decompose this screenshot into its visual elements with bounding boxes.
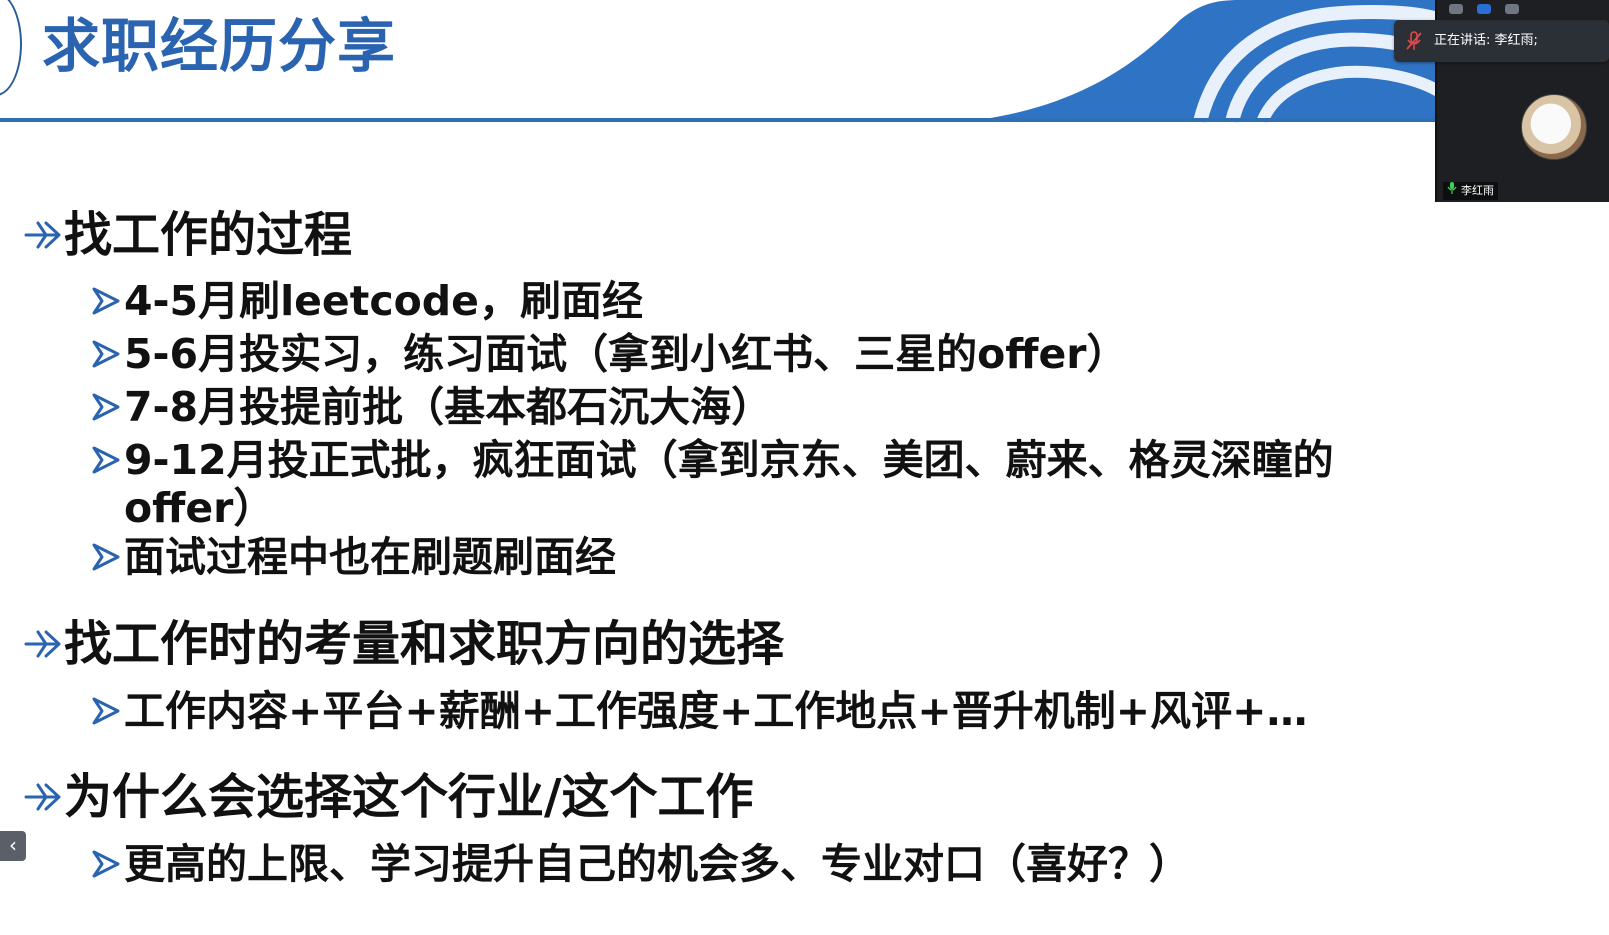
bullet-item: 工作内容+平台+薪酬+工作强度+工作地点+晋升机制+风评+… bbox=[92, 687, 1307, 735]
section-heading-text: 找工作的过程 bbox=[64, 207, 353, 263]
tile-dot bbox=[1449, 4, 1463, 14]
triangle-bullet-icon bbox=[92, 436, 124, 484]
bullet-text: 面试过程中也在刷题刷面经 bbox=[124, 533, 616, 581]
bullet-text: 更高的上限、学习提升自己的机会多、专业对口（喜好？） bbox=[124, 840, 1190, 888]
participant-name: 李红雨 bbox=[1461, 184, 1494, 197]
avatar bbox=[1521, 94, 1587, 160]
bullet-item: 9-12月投正式批，疯狂面试（拿到京东、美团、蔚来、格灵深瞳的offer） bbox=[92, 436, 1459, 532]
participant-name-tag: 李红雨 bbox=[1443, 182, 1498, 200]
speaking-indicator-bar[interactable]: 正在讲话: 李红雨; bbox=[1394, 20, 1609, 62]
bullet-text: 9-12月投正式批，疯狂面试（拿到京东、美团、蔚来、格灵深瞳的offer） bbox=[124, 436, 1334, 532]
bullet-item: 5-6月投实习，练习面试（拿到小红书、三星的offer） bbox=[92, 330, 1127, 378]
slide-title: 求职经历分享 bbox=[42, 12, 397, 80]
collapse-panel-button[interactable]: ‹ bbox=[0, 831, 26, 861]
bullet-item: 更高的上限、学习提升自己的机会多、专业对口（喜好？） bbox=[92, 840, 1190, 888]
plane-arrow-icon bbox=[24, 206, 64, 264]
speaking-now-text: 正在讲话: 李红雨; bbox=[1434, 33, 1538, 48]
tile-dot-active bbox=[1477, 4, 1491, 14]
bullet-item: 4-5月刷leetcode，刷面经 bbox=[92, 277, 643, 325]
triangle-bullet-icon bbox=[92, 277, 124, 325]
mic-muted-icon[interactable] bbox=[1394, 20, 1434, 62]
section-heading-process: 找工作的过程 bbox=[24, 206, 352, 264]
tile-dot bbox=[1505, 4, 1519, 14]
triangle-bullet-icon bbox=[92, 687, 124, 735]
bullet-text: 7-8月投提前批（基本都石沉大海） bbox=[124, 383, 773, 431]
bullet-item: 面试过程中也在刷题刷面经 bbox=[92, 533, 616, 581]
presentation-slide: 求职经历分享 找工作的过程 4-5月刷leetcode，刷面经 5-6月投实习，… bbox=[0, 0, 1609, 935]
triangle-bullet-icon bbox=[92, 533, 124, 581]
bullet-text: 4-5月刷leetcode，刷面经 bbox=[124, 277, 643, 325]
bullet-text: 5-6月投实习，练习面试（拿到小红书、三星的offer） bbox=[124, 330, 1128, 378]
bullet-item: 7-8月投提前批（基本都石沉大海） bbox=[92, 383, 772, 431]
plane-arrow-icon bbox=[24, 615, 64, 673]
triangle-bullet-icon bbox=[92, 383, 124, 431]
triangle-bullet-icon bbox=[92, 330, 124, 378]
triangle-bullet-icon bbox=[92, 840, 124, 888]
section-heading-why: 为什么会选择这个行业/这个工作 bbox=[24, 768, 754, 826]
plane-arrow-icon bbox=[24, 768, 64, 826]
section-heading-text: 为什么会选择这个行业/这个工作 bbox=[64, 769, 754, 825]
bullet-text: 工作内容+平台+薪酬+工作强度+工作地点+晋升机制+风评+… bbox=[124, 687, 1308, 735]
header-divider bbox=[0, 118, 1609, 122]
section-heading-considerations: 找工作时的考量和求职方向的选择 bbox=[24, 615, 784, 673]
tile-toolbar bbox=[1449, 4, 1519, 14]
section-heading-text: 找工作时的考量和求职方向的选择 bbox=[64, 616, 785, 672]
mic-active-icon bbox=[1447, 182, 1457, 200]
